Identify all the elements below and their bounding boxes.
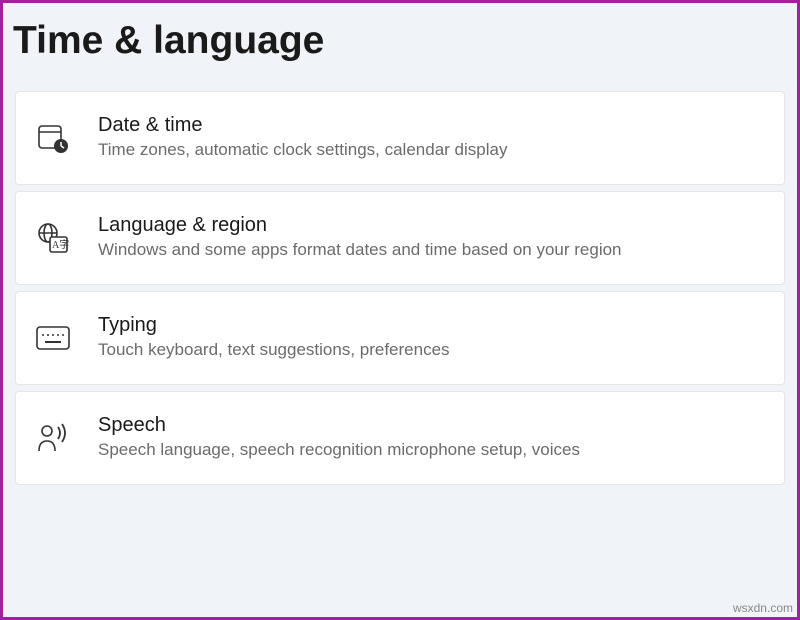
settings-item-desc: Time zones, automatic clock settings, ca…	[98, 139, 507, 162]
settings-item-title: Typing	[98, 314, 450, 337]
settings-item-title: Date & time	[98, 114, 507, 137]
settings-item-language-region[interactable]: A字 Language & region Windows and some ap…	[15, 191, 785, 285]
settings-list: Date & time Time zones, automatic clock …	[3, 91, 797, 485]
settings-item-speech[interactable]: Speech Speech language, speech recogniti…	[15, 391, 785, 485]
settings-item-desc: Windows and some apps format dates and t…	[98, 239, 622, 262]
settings-item-title: Speech	[98, 414, 580, 437]
speech-icon	[32, 417, 74, 459]
watermark: wsxdn.com	[733, 601, 793, 615]
settings-item-desc: Touch keyboard, text suggestions, prefer…	[98, 339, 450, 362]
keyboard-icon	[32, 317, 74, 359]
settings-item-desc: Speech language, speech recognition micr…	[98, 439, 580, 462]
settings-item-typing[interactable]: Typing Touch keyboard, text suggestions,…	[15, 291, 785, 385]
page-title: Time & language	[3, 3, 797, 91]
globe-language-icon: A字	[32, 217, 74, 259]
settings-item-date-time[interactable]: Date & time Time zones, automatic clock …	[15, 91, 785, 185]
settings-item-title: Language & region	[98, 214, 622, 237]
svg-text:A字: A字	[52, 238, 69, 251]
calendar-clock-icon	[32, 117, 74, 159]
